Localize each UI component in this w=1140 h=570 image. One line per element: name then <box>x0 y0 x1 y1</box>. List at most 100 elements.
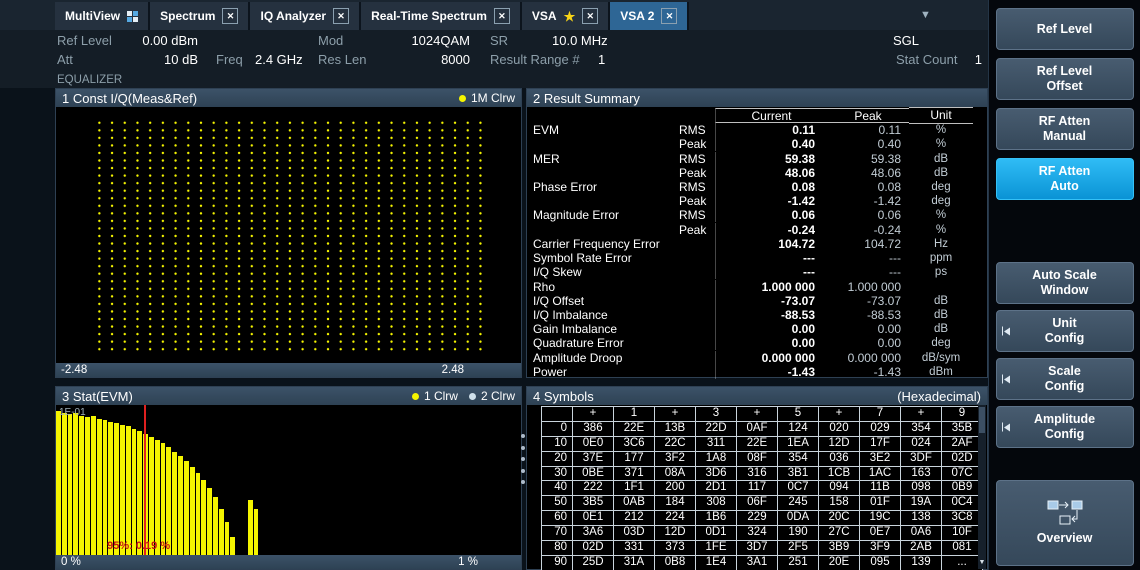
histogram-bar <box>149 437 154 556</box>
overview-button[interactable]: Overview <box>996 480 1134 566</box>
symbol-cell: 373 <box>655 541 695 555</box>
window-result-summary-header[interactable]: 2 Result Summary <box>527 89 987 107</box>
softkey-rf-atten-auto[interactable]: RF Atten Auto <box>996 158 1134 200</box>
symbol-cell: 0B9 <box>942 481 982 495</box>
symbol-cell: 27C <box>819 526 859 540</box>
softkey-rf-atten-manual[interactable]: RF Atten Manual <box>996 108 1134 150</box>
result-summary-row: Power-1.43-1.43dBm <box>527 365 987 379</box>
softkey-group-attenuation: Ref Level Ref Level Offset RF Atten Manual… <box>989 8 1140 200</box>
symbol-cell: 354 <box>901 422 941 436</box>
histogram-bar <box>137 431 142 556</box>
tab-label: VSA 2 <box>620 9 654 23</box>
res-len-label: Res Len <box>318 52 366 68</box>
metric-unit: ps <box>909 266 973 278</box>
tab-vsa[interactable]: VSA★✕ <box>522 2 610 30</box>
metric-name: I/Q Offset <box>527 294 679 308</box>
pane-splitter-handle[interactable] <box>519 430 526 488</box>
percentile-marker-line <box>144 405 146 555</box>
tab-iq-analyzer[interactable]: IQ Analyzer✕ <box>250 2 361 30</box>
metric-current-value: 48.06 <box>715 166 827 180</box>
softkey-ref-level-offset[interactable]: Ref Level Offset <box>996 58 1134 100</box>
window-symbols-header[interactable]: 4 Symbols (Hexadecimal) <box>527 387 987 405</box>
symbols-row-index: 40 <box>542 481 572 495</box>
metric-peak-value: 0.11 <box>827 123 909 137</box>
histogram-bar <box>91 416 96 556</box>
tab-vsa-2[interactable]: VSA 2 ✕ <box>610 2 689 30</box>
ref-level-label: Ref Level <box>57 33 112 49</box>
result-summary-row: I/Q Imbalance-88.53-88.53dB <box>527 308 987 322</box>
metric-qualifier: RMS <box>679 123 715 137</box>
metric-name: Symbol Rate Error <box>527 251 679 265</box>
symbol-cell: 17F <box>860 437 900 451</box>
histogram-bar <box>161 443 166 556</box>
trace-legend: 1M Clrw <box>459 91 515 105</box>
metric-qualifier: RMS <box>679 180 715 194</box>
symbols-row-index: 70 <box>542 526 572 540</box>
symbol-cell: 224 <box>655 511 695 525</box>
result-summary-header-row: Current Peak Unit <box>527 107 987 123</box>
tab-close-icon[interactable]: ✕ <box>222 8 238 24</box>
symbol-cell: 020 <box>819 422 859 436</box>
softkey-amplitude-config[interactable]: Amplitude Config <box>996 406 1134 448</box>
symbols-row-index: 50 <box>542 496 572 510</box>
softkey-label: Ref Level <box>1037 22 1093 37</box>
tab-label: Real-Time Spectrum <box>371 9 487 23</box>
sr-value: 10.0 MHz <box>552 33 608 49</box>
metric-peak-value: 59.38 <box>827 152 909 166</box>
submenu-arrow-icon <box>1002 327 1011 336</box>
softkey-unit-config[interactable]: Unit Config <box>996 310 1134 352</box>
tab-close-icon[interactable]: ✕ <box>333 8 349 24</box>
scrollbar-thumb[interactable] <box>979 407 985 433</box>
symbols-corner-cell <box>542 407 572 421</box>
histogram-bar <box>68 414 73 555</box>
metric-qualifier: RMS <box>679 152 715 166</box>
symbol-cell: 0E1 <box>573 511 613 525</box>
softkey-auto-scale-window[interactable]: Auto Scale Window <box>996 262 1134 304</box>
tab-close-icon[interactable]: ✕ <box>582 8 598 24</box>
x-axis-min-label: -2.48 <box>61 364 87 376</box>
submenu-arrow-icon <box>1002 375 1011 384</box>
tab-close-icon[interactable]: ✕ <box>494 8 510 24</box>
softkey-label: Amplitude Config <box>1034 412 1095 442</box>
symbols-col-header: 1 <box>614 407 654 421</box>
symbol-cell: 117 <box>737 481 777 495</box>
symbol-cell: 0C7 <box>778 481 818 495</box>
symbols-scrollbar[interactable]: ▼ <box>978 405 986 569</box>
window-evm-statistics-header[interactable]: 3 Stat(EVM) 1 Clrw 2 Clrw <box>56 387 521 405</box>
metric-current-value: 0.06 <box>715 208 827 222</box>
metric-unit: dB <box>909 167 973 179</box>
tab-spectrum[interactable]: Spectrum✕ <box>150 2 250 30</box>
tab-multiview[interactable]: MultiView <box>55 2 150 30</box>
tab-overflow-arrow[interactable]: ▼ <box>920 9 931 21</box>
scroll-down-icon[interactable]: ▼ <box>978 557 986 568</box>
symbol-cell: 19A <box>901 496 941 510</box>
symbol-cell: 07C <box>942 467 982 481</box>
freq-label: Freq <box>216 52 243 68</box>
metric-unit: dB <box>909 309 973 321</box>
symbol-cell: 3F2 <box>655 452 695 466</box>
symbol-cell: 3C6 <box>614 437 654 451</box>
window-constellation-header[interactable]: 1 Const I/Q(Meas&Ref) 1M Clrw <box>56 89 521 107</box>
symbol-cell: 229 <box>737 511 777 525</box>
softkey-scale-config[interactable]: Scale Config <box>996 358 1134 400</box>
symbol-cell: 0B8 <box>655 556 695 570</box>
symbol-cell: 0DA <box>778 511 818 525</box>
metric-current-value: -1.43 <box>715 365 827 379</box>
symbol-cell: 3C8 <box>942 511 982 525</box>
evm-histogram-bars <box>56 405 521 555</box>
tab-close-icon[interactable]: ✕ <box>661 8 677 24</box>
symbols-col-header: 3 <box>696 407 736 421</box>
symbol-cell: 13B <box>655 422 695 436</box>
symbols-col-header: + <box>901 407 941 421</box>
symbol-cell: 20E <box>819 556 859 570</box>
symbol-cell: 08A <box>655 467 695 481</box>
symbol-cell: 251 <box>778 556 818 570</box>
symbol-cell: 024 <box>901 437 941 451</box>
symbol-cell: 06F <box>737 496 777 510</box>
tab-real-time-spectrum[interactable]: Real-Time Spectrum ✕ <box>361 2 522 30</box>
softkey-ref-level[interactable]: Ref Level <box>996 8 1134 50</box>
softkey-label: Scale Config <box>1045 364 1085 394</box>
column-header-peak: Peak <box>827 108 909 123</box>
metric-qualifier: Peak <box>679 166 715 180</box>
result-summary-row: I/Q Offset-73.07-73.07dB <box>527 294 987 308</box>
